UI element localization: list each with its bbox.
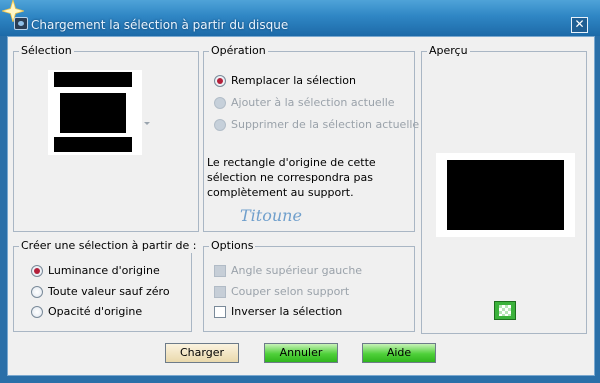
radio-label: Remplacer la sélection — [231, 74, 356, 87]
checkbox[interactable] — [214, 305, 226, 318]
radio-button[interactable] — [214, 118, 226, 131]
radio-button[interactable] — [214, 96, 226, 109]
cancel-button[interactable]: Annuler — [264, 343, 338, 363]
options-group: Options Angle supérieur gauche Couper se… — [203, 239, 415, 332]
options-group-label: Options — [209, 239, 256, 253]
dialog-body: Sélection Opération Remplacer la sélecti… — [7, 36, 595, 376]
radio-add-selection[interactable]: Ajouter à la sélection actuelle — [214, 96, 395, 109]
check-invert-selection[interactable]: Inverser la sélection — [214, 305, 342, 318]
radio-button[interactable] — [31, 305, 43, 318]
radio-label: Toute valeur sauf zéro — [48, 285, 170, 298]
selection-thumbnail[interactable] — [48, 70, 142, 155]
checkbox-label: Couper selon support — [231, 285, 350, 298]
thumbnail-bar-top — [54, 72, 132, 87]
radio-label: Opacité d'origine — [48, 305, 143, 318]
preview-selection-block — [447, 160, 564, 230]
create-from-group: Créer une sélection à partir de : Lumina… — [13, 239, 199, 332]
checkerboard-icon[interactable] — [494, 301, 516, 320]
radio-replace-selection[interactable]: Remplacer la sélection — [214, 74, 356, 87]
radio-label: Supprimer de la sélection actuelle — [231, 118, 420, 131]
mismatch-note: Le rectangle d'origine de cette sélectio… — [207, 155, 412, 200]
radio-button[interactable] — [31, 285, 43, 298]
note-line: Le rectangle d'origine de cette — [207, 156, 376, 169]
checkbox[interactable] — [214, 285, 226, 298]
thumbnail-block — [60, 93, 126, 133]
radio-source-nonzero[interactable]: Toute valeur sauf zéro — [31, 285, 170, 298]
operation-group-label: Opération — [209, 44, 268, 58]
close-button[interactable]: ✕ — [571, 17, 588, 33]
radio-source-luminance[interactable]: Luminance d'origine — [31, 264, 160, 277]
radio-button[interactable] — [31, 264, 43, 277]
radio-source-opacity[interactable]: Opacité d'origine — [31, 305, 142, 318]
title-bar: Chargement la sélection à partir du disq… — [0, 0, 600, 36]
check-crop-to-canvas[interactable]: Couper selon support — [214, 285, 349, 298]
watermark-signature: Titoune — [240, 206, 302, 225]
radio-subtract-selection[interactable]: Supprimer de la sélection actuelle — [214, 118, 419, 131]
checkbox-label: Angle supérieur gauche — [231, 264, 363, 277]
thumbnail-bar-bottom — [54, 137, 132, 152]
note-line: complètement au support. — [207, 186, 354, 199]
operation-group: Opération Remplacer la sélection Ajouter… — [203, 44, 419, 232]
preview-image — [436, 153, 575, 237]
selection-app-icon — [14, 17, 28, 30]
load-button[interactable]: Charger — [165, 343, 239, 363]
note-line: sélection ne correspondra pas — [207, 171, 373, 184]
radio-label: Ajouter à la sélection actuelle — [231, 96, 395, 109]
radio-button[interactable] — [214, 74, 226, 87]
checkbox-label: Inverser la sélection — [231, 305, 343, 318]
chevron-down-icon[interactable] — [144, 122, 150, 125]
radio-label: Luminance d'origine — [48, 264, 160, 277]
selection-group: Sélection — [13, 44, 199, 232]
preview-group: Aperçu — [421, 44, 587, 334]
check-top-left-corner[interactable]: Angle supérieur gauche — [214, 264, 362, 277]
window-title: Chargement la sélection à partir du disq… — [31, 18, 289, 32]
create-from-group-label: Créer une sélection à partir de : — [19, 239, 199, 253]
checkbox[interactable] — [214, 264, 226, 277]
selection-group-label: Sélection — [19, 44, 74, 58]
preview-group-label: Aperçu — [427, 44, 470, 58]
help-button[interactable]: Aide — [362, 343, 436, 363]
